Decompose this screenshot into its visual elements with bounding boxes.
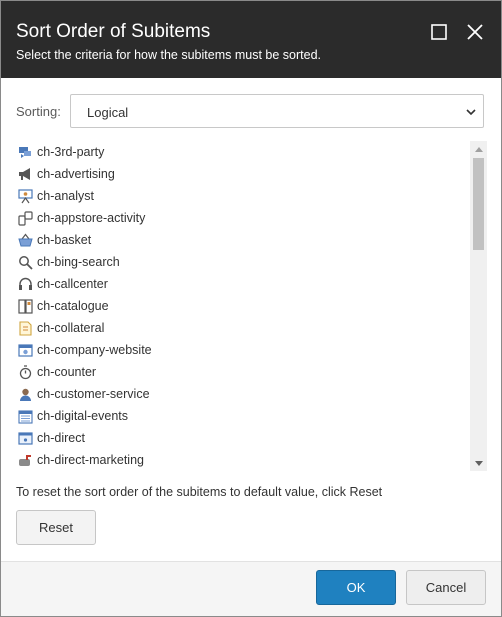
magnifier-icon bbox=[18, 255, 33, 270]
list-item-label: ch-customer-service bbox=[37, 387, 150, 401]
list-item[interactable]: ch-catalogue bbox=[16, 295, 109, 317]
party-network-icon bbox=[18, 145, 33, 160]
browser-window-icon bbox=[18, 431, 33, 446]
ok-button[interactable]: OK bbox=[316, 570, 396, 605]
list-item[interactable]: ch-direct bbox=[16, 427, 85, 449]
list-item[interactable]: ch-bing-search bbox=[16, 251, 120, 273]
list-item-label: ch-catalogue bbox=[37, 299, 109, 313]
scroll-up-icon bbox=[474, 146, 483, 152]
sorting-select[interactable]: Logical bbox=[70, 94, 484, 128]
scroll-thumb[interactable] bbox=[473, 158, 484, 250]
list-item-label: ch-direct bbox=[37, 431, 85, 445]
reset-hint-text: To reset the sort order of the subitems … bbox=[16, 485, 383, 499]
close-button[interactable] bbox=[464, 21, 486, 43]
scroll-down-button[interactable] bbox=[470, 456, 487, 471]
mailbox-icon bbox=[18, 453, 33, 468]
list-item[interactable]: ch-collateral bbox=[16, 317, 104, 339]
list-item-label: ch-direct-marketing bbox=[37, 453, 144, 467]
list-item[interactable]: ch-advertising bbox=[16, 163, 115, 185]
mobile-devices-icon bbox=[18, 210, 33, 226]
headset-icon bbox=[18, 277, 33, 292]
cancel-button[interactable]: Cancel bbox=[406, 570, 486, 605]
list-item-label: ch-analyst bbox=[37, 189, 94, 203]
list-item-label: ch-bing-search bbox=[37, 255, 120, 269]
service-agent-icon bbox=[18, 387, 33, 402]
list-item[interactable]: ch-callcenter bbox=[16, 273, 108, 295]
list-item-label: ch-callcenter bbox=[37, 277, 108, 291]
list-item-label: ch-basket bbox=[37, 233, 92, 247]
list-scrollbar[interactable] bbox=[470, 141, 487, 471]
catalogue-icon bbox=[18, 298, 33, 314]
sorting-select-value: Logical bbox=[87, 105, 129, 120]
stopwatch-icon bbox=[18, 364, 33, 380]
maximize-button[interactable] bbox=[428, 21, 450, 43]
list-item-label: ch-digital-events bbox=[37, 409, 129, 423]
dialog-subtitle: Select the criteria for how the subitems… bbox=[16, 48, 321, 62]
dialog-title: Sort Order of Subitems bbox=[16, 21, 211, 42]
list-item[interactable]: ch-company-website bbox=[16, 339, 152, 361]
list-item[interactable]: ch-3rd-party bbox=[16, 141, 104, 163]
list-item[interactable]: ch-direct-marketing bbox=[16, 449, 144, 471]
list-item-label: ch-company-website bbox=[37, 343, 152, 357]
presenter-board-icon bbox=[18, 188, 33, 204]
list-item-label: ch-advertising bbox=[37, 167, 115, 181]
list-item-label: ch-collateral bbox=[37, 321, 105, 335]
list-item[interactable]: ch-appstore-activity bbox=[16, 207, 145, 229]
sorting-label: Sorting: bbox=[16, 104, 61, 119]
scroll-down-icon bbox=[474, 460, 483, 466]
list-item-label: ch-3rd-party bbox=[37, 145, 105, 159]
list-item-label: ch-counter bbox=[37, 365, 97, 379]
list-item[interactable]: ch-analyst bbox=[16, 185, 94, 207]
reset-button[interactable]: Reset bbox=[16, 510, 96, 545]
sort-order-dialog: Sort Order of Subitems Select the criter… bbox=[0, 0, 502, 617]
list-item[interactable]: ch-basket bbox=[16, 229, 91, 251]
document-icon bbox=[18, 320, 33, 336]
scroll-up-button[interactable] bbox=[470, 141, 487, 156]
list-item[interactable]: ch-digital-events bbox=[16, 405, 128, 427]
list-item[interactable]: ch-customer-service bbox=[16, 383, 150, 405]
megaphone-icon bbox=[18, 167, 33, 182]
maximize-icon bbox=[431, 24, 447, 40]
close-icon bbox=[467, 24, 483, 40]
subitems-list[interactable]: ch-3rd-party ch-advertising ch-analyst c… bbox=[16, 141, 487, 471]
list-item[interactable]: ch-counter bbox=[16, 361, 96, 383]
chevron-down-icon bbox=[466, 109, 476, 116]
basket-icon bbox=[18, 233, 33, 248]
dialog-footer: OK Cancel bbox=[1, 561, 501, 616]
list-item-label: ch-appstore-activity bbox=[37, 211, 146, 225]
calendar-icon bbox=[18, 409, 33, 424]
dialog-header: Sort Order of Subitems Select the criter… bbox=[1, 1, 501, 78]
web-page-icon bbox=[18, 343, 33, 358]
